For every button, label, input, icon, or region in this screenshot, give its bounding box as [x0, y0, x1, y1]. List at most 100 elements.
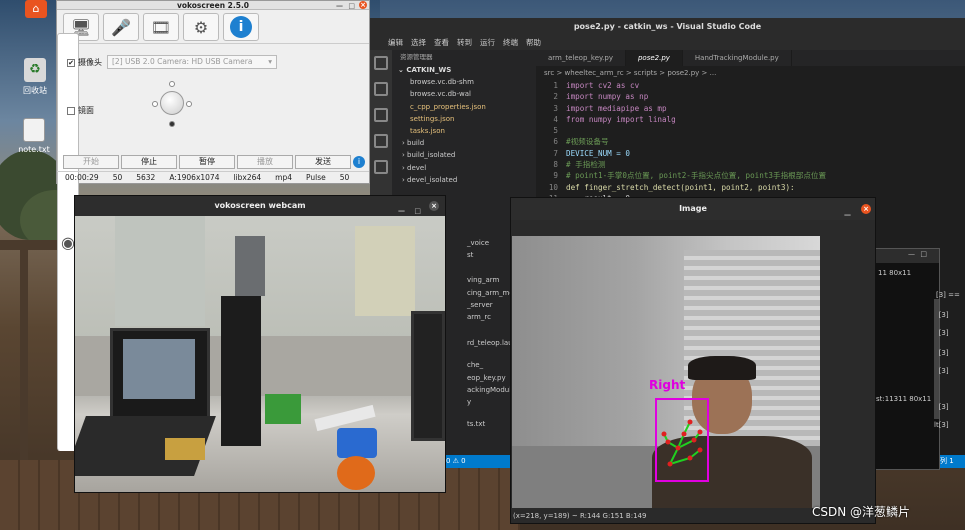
camera-checkbox[interactable]: ✔ 摄像头 — [67, 57, 102, 68]
status-audio: Pulse — [306, 173, 326, 182]
file-item[interactable]: settings.json — [392, 113, 536, 125]
vokoscreen-tabs: 🖥 🎤 🎞 ⚙ ◉ i — [57, 10, 369, 451]
status-time: 00:00:29 — [65, 173, 99, 182]
file-item[interactable]: tasks.json — [392, 125, 536, 137]
checkbox-checked-icon: ✔ — [67, 58, 75, 67]
radio-top[interactable] — [169, 81, 175, 87]
scene-blue-object — [337, 428, 377, 458]
desktop-icon-home[interactable]: ⌂ — [16, 0, 56, 21]
camera-select[interactable]: [2] USB 2.0 Camera: HD USB Camera ▾ — [107, 55, 277, 69]
image-window: Image — × Right (x=218, y=189) ~ R:144 G… — [510, 197, 876, 524]
tab-video[interactable]: 🎞 — [143, 13, 179, 41]
menu-item-terminal[interactable]: 终端 — [503, 36, 518, 50]
hand-tracking-image[interactable]: Right — [512, 236, 820, 508]
code-line: from numpy import linalg — [566, 114, 676, 124]
checkbox-icon — [67, 106, 75, 115]
radio-right[interactable] — [186, 101, 192, 107]
menu-item-run[interactable]: 运行 — [480, 36, 495, 50]
file-item[interactable]: browse.vc.db-wal — [392, 88, 536, 100]
maximize-icon[interactable]: □ — [348, 2, 355, 11]
status-resolution: A:1906x1074 — [169, 173, 220, 182]
radio-bottom[interactable] — [169, 121, 175, 127]
desktop-icon-note[interactable]: note.txt — [14, 118, 54, 154]
code-line: # point1-手掌0点位置, point2-手指尖点位置, point3手指… — [566, 171, 827, 181]
microphone-icon: 🎤 — [111, 17, 131, 37]
file-item[interactable]: browse.vc.db-shm — [392, 76, 536, 88]
breadcrumb: src > wheeltec_arm_rc > scripts > pose2.… — [544, 69, 717, 77]
desktop-icon-trash[interactable]: ♻ 回收站 — [15, 58, 55, 96]
workspace-root[interactable]: ⌄ CATKIN_WS — [392, 64, 536, 76]
home-icon: ⌂ — [25, 0, 47, 18]
minimize-icon[interactable]: — — [336, 2, 343, 11]
menu-item-edit[interactable]: 编辑 — [388, 36, 403, 50]
problems-count[interactable]: 0 ⚠ 0 — [446, 457, 466, 465]
vscode-menubar: 编辑 选择 查看 转到 运行 终端 帮助 — [370, 36, 965, 50]
minimize-icon[interactable]: — — [844, 204, 851, 226]
explorer-icon[interactable] — [374, 56, 388, 70]
info-icon: i — [230, 16, 252, 38]
folder-item[interactable]: › build — [392, 137, 536, 149]
terminal-scrollbar[interactable] — [934, 299, 939, 419]
tab-pose2[interactable]: pose2.py — [625, 50, 683, 66]
menu-item-goto[interactable]: 转到 — [457, 36, 472, 50]
scene-orange — [337, 456, 375, 490]
person-hair — [688, 356, 756, 380]
start-button[interactable]: 开始 — [63, 155, 119, 169]
help-icon[interactable]: i — [353, 156, 365, 168]
maximize-icon[interactable]: □ — [920, 250, 927, 258]
status-quality: 50 — [339, 173, 350, 182]
wallpaper-post — [20, 250, 28, 460]
vscode-titlebar: pose2.py - catkin_ws - Visual Studio Cod… — [370, 18, 965, 36]
code-line: # 手指检测 — [566, 160, 606, 170]
desktop-icon-label: note.txt — [18, 145, 50, 154]
extensions-icon[interactable] — [374, 160, 388, 174]
menu-item-help[interactable]: 帮助 — [526, 36, 541, 50]
desktop-icon-label: 回收站 — [23, 86, 47, 95]
radio-left[interactable] — [152, 101, 158, 107]
menu-item-view[interactable]: 查看 — [434, 36, 449, 50]
webcam-titlebar: vokoscreen webcam — □ × — [75, 196, 445, 216]
status-format: mp4 — [275, 173, 292, 182]
file-item[interactable]: c_cpp_properties.json — [392, 101, 536, 113]
terminal-titlebar: — □ — [876, 249, 939, 263]
webcam-window: vokoscreen webcam — □ × — [74, 195, 446, 493]
search-icon[interactable] — [374, 82, 388, 96]
tab-arm-teleop-key[interactable]: arm_teleop_key.py — [536, 50, 626, 66]
webcam-title: vokoscreen webcam — [214, 201, 306, 210]
folder-item[interactable]: › devel_isolated — [392, 174, 536, 186]
source-control-icon[interactable] — [374, 108, 388, 122]
mirror-checkbox[interactable]: 镜面 — [67, 105, 94, 116]
image-title: Image — [679, 204, 707, 213]
tab-settings[interactable]: ⚙ — [183, 13, 219, 41]
status-fps: 50 — [112, 173, 123, 182]
run-debug-icon[interactable] — [374, 134, 388, 148]
pause-button[interactable]: 暂停 — [179, 155, 235, 169]
close-icon[interactable]: × — [429, 201, 439, 211]
code-line: #视频设备号 — [566, 137, 609, 147]
status-codec: libx264 — [233, 173, 262, 182]
folder-item[interactable]: › build_isolated — [392, 149, 536, 161]
terminal-line: lt[3] — [934, 421, 949, 429]
tab-hand-tracking[interactable]: HandTrackingModule.py — [683, 50, 792, 66]
tab-audio[interactable]: 🎤 — [103, 13, 139, 41]
terminal-line: 11 80x11 — [878, 269, 912, 277]
menu-item-select[interactable]: 选择 — [411, 36, 426, 50]
scene-laptop-screen — [123, 339, 195, 399]
send-button[interactable]: 发送 — [295, 155, 351, 169]
cursor-position[interactable]: 列 1 — [940, 455, 954, 468]
code-editor[interactable]: 1 import cv2 as cv 2 import numpy as np 3i… — [536, 80, 965, 203]
status-size: 5632 — [136, 173, 156, 182]
editor-tabs: arm_teleop_key.py pose2.py HandTrackingM… — [536, 50, 965, 66]
rotation-dial[interactable] — [160, 91, 184, 115]
minimize-icon[interactable]: — — [908, 250, 915, 258]
vokoscreen-window: vokoscreen 2.5.0 — □ × 🖥 🎤 🎞 ⚙ ◉ i ✔ 摄像头 … — [56, 0, 370, 451]
folder-item[interactable]: › devel — [392, 162, 536, 174]
film-music-icon: 🎞 — [150, 17, 172, 37]
vokoscreen-statusbar: 00:00:29 50 5632 A:1906x1074 libx264 mp4… — [57, 171, 369, 184]
tab-info[interactable]: i — [223, 13, 259, 41]
stop-button[interactable]: 停止 — [121, 155, 177, 169]
play-button[interactable]: 播放 — [237, 155, 293, 169]
close-icon[interactable]: × — [861, 204, 871, 214]
close-icon[interactable]: × — [359, 1, 367, 9]
rotation-control[interactable] — [152, 79, 192, 129]
